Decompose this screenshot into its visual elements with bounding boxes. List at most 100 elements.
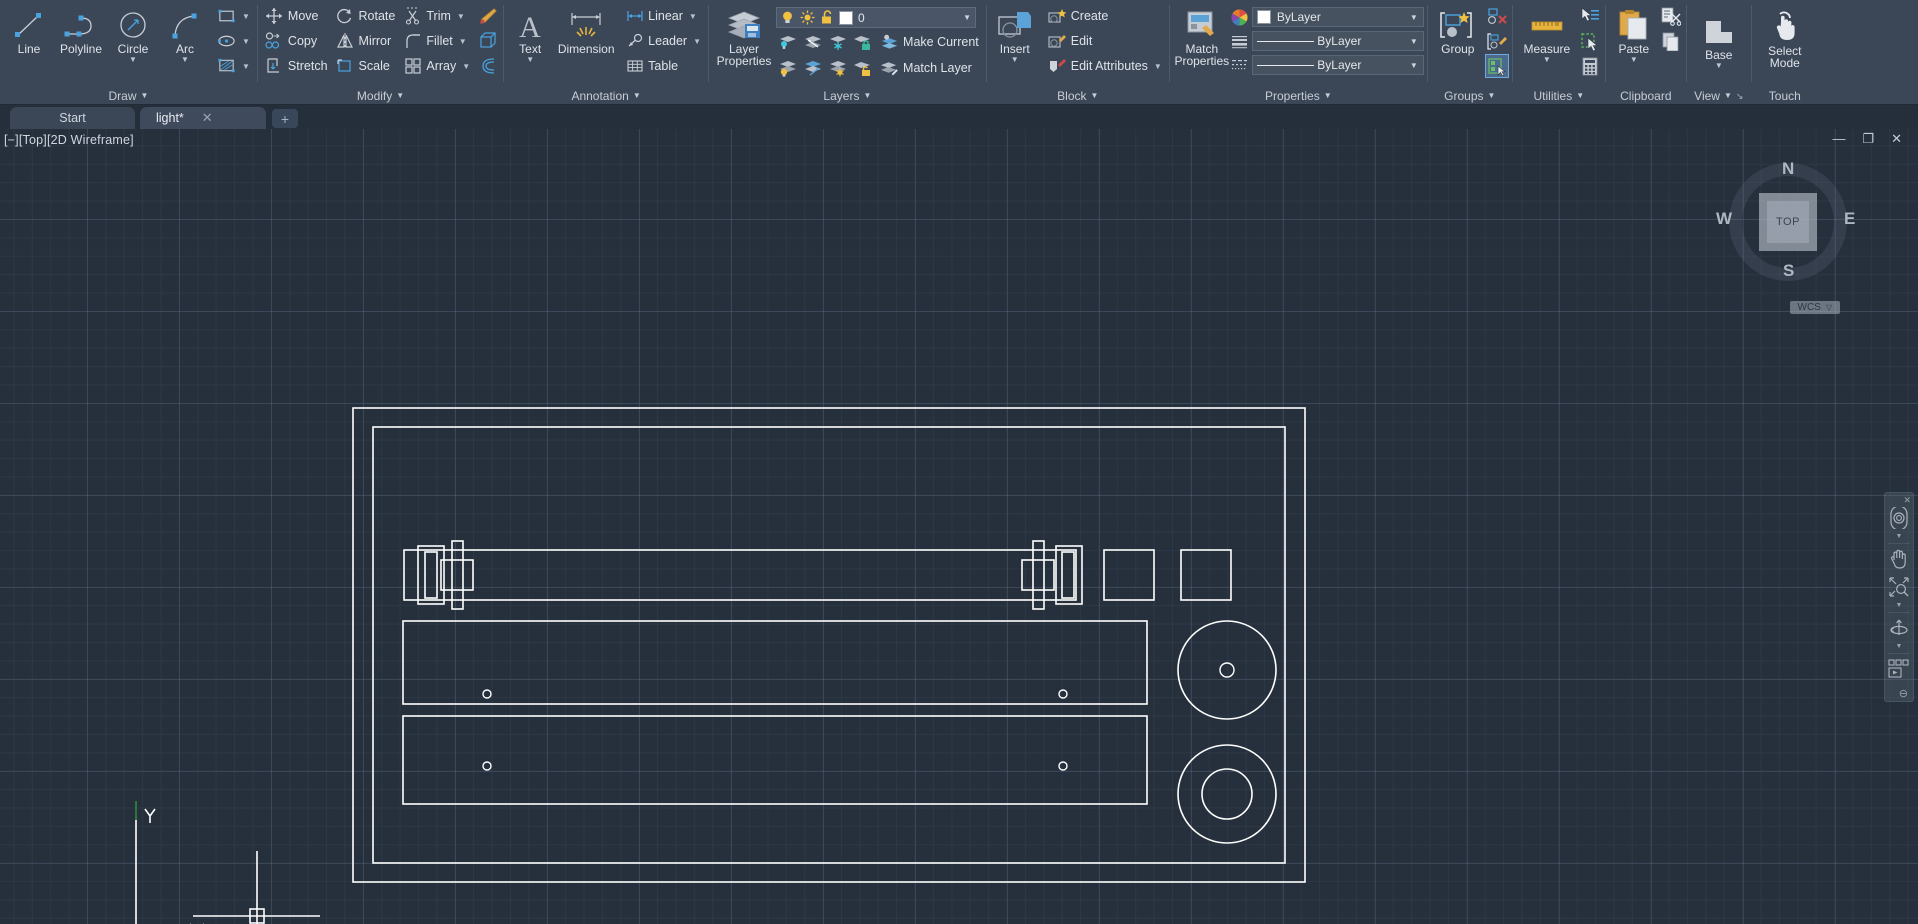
bolt-hole-4[interactable] [1059, 762, 1067, 770]
utilities-quick-select-button[interactable] [1578, 4, 1602, 28]
utilities-measure-button[interactable]: Measure ▼ [1516, 4, 1578, 63]
modify-trim-button[interactable]: Trim ▼ [399, 4, 474, 28]
panel-utilities-title[interactable]: Utilities ▼ [1513, 87, 1605, 105]
modify-move-button[interactable]: Move [261, 4, 332, 28]
right-pin-vert[interactable] [1033, 541, 1044, 609]
layer-freeze-icon[interactable] [826, 30, 850, 54]
layer-turn-off-icon[interactable] [776, 56, 800, 80]
chevron-down-icon[interactable]: ▼ [526, 56, 534, 63]
draw-arc-button[interactable]: Arc ▼ [159, 4, 211, 63]
chevron-down-icon[interactable]: ▼ [1543, 56, 1551, 63]
big-circle-bottom[interactable] [1178, 745, 1276, 843]
modify-fillet-button[interactable]: Fillet ▼ [399, 29, 474, 53]
chevron-down-icon[interactable]: ▼ [141, 88, 149, 104]
panel-clipboard-title[interactable]: Clipboard [1606, 87, 1686, 105]
groups-selection-toggle-button[interactable] [1485, 54, 1509, 78]
chevron-down-icon[interactable]: ▼ [457, 12, 465, 21]
drawing-canvas[interactable]: [−][Top][2D Wireframe] — ❐ ✕ TOP N S E W… [0, 129, 1918, 924]
dialog-launcher-icon[interactable]: ↘ [1736, 88, 1744, 104]
draw-ellipse-button[interactable]: ▼ [213, 29, 254, 53]
block-create-button[interactable]: Create [1044, 4, 1166, 28]
top-bar-long[interactable] [404, 550, 1076, 600]
modify-array-button[interactable]: Array ▼ [399, 54, 474, 78]
layer-properties-button[interactable]: Layer Properties [712, 4, 776, 67]
draw-circle-button[interactable]: Circle ▼ [107, 4, 159, 63]
left-pin-box[interactable] [441, 560, 473, 590]
clipboard-copy-button[interactable] [1659, 29, 1683, 53]
chevron-down-icon[interactable]: ▼ [1154, 62, 1162, 71]
layer-unisolate-icon[interactable] [801, 30, 825, 54]
small-circle-bottom[interactable] [1202, 769, 1252, 819]
panel-draw-title[interactable]: Draw ▼ [0, 87, 257, 105]
bolt-hole-3[interactable] [483, 762, 491, 770]
chevron-down-icon[interactable]: ▼ [1410, 61, 1418, 70]
touch-select-mode-button[interactable]: Select Mode [1755, 6, 1815, 69]
draw-line-button[interactable]: Line [3, 4, 55, 55]
chevron-down-icon[interactable]: ▼ [1576, 88, 1584, 104]
annotation-leader-button[interactable]: Leader ▼ [621, 29, 705, 53]
chevron-down-icon[interactable]: ▼ [1715, 62, 1723, 69]
utilities-calculator-button[interactable] [1578, 54, 1602, 78]
layer-unlock-icon[interactable] [851, 56, 875, 80]
block-edit-button[interactable]: Edit [1044, 29, 1166, 53]
groups-group-button[interactable]: Group [1431, 4, 1485, 55]
draw-rectangle-button[interactable]: ▼ [213, 4, 254, 28]
block-edit-attributes-button[interactable]: Edit Attributes ▼ [1044, 54, 1166, 78]
modify-offset-button[interactable] [476, 54, 500, 78]
clipboard-cut-button[interactable] [1659, 4, 1683, 28]
chevron-down-icon[interactable]: ▼ [242, 12, 250, 21]
panel-view-title[interactable]: View ▼ ↘ [1687, 87, 1751, 105]
panel-groups-title[interactable]: Groups ▼ [1428, 87, 1512, 105]
chevron-down-icon[interactable]: ▼ [1410, 13, 1418, 22]
layer-turn-on-icon[interactable] [801, 56, 825, 80]
modify-mirror-button[interactable]: Mirror [332, 29, 400, 53]
panel-layers-title[interactable]: Layers ▼ [709, 87, 986, 105]
left-bracket-inner[interactable] [425, 552, 437, 598]
chevron-down-icon[interactable]: ▼ [129, 56, 137, 63]
sun-icon[interactable] [800, 10, 815, 25]
lightbulb-on-icon[interactable] [780, 10, 795, 25]
groups-ungroup-button[interactable] [1485, 4, 1509, 28]
right-pin-box[interactable] [1022, 560, 1054, 590]
object-color-combo[interactable]: ByLayer ▼ [1252, 7, 1424, 27]
chevron-down-icon[interactable]: ▼ [689, 12, 697, 21]
small-circle-top[interactable] [1220, 663, 1234, 677]
modify-erase-button[interactable] [476, 4, 500, 28]
annotation-linear-button[interactable]: Linear ▼ [621, 4, 705, 28]
chevron-down-icon[interactable]: ▼ [1488, 88, 1496, 104]
right-bracket-inner[interactable] [1062, 552, 1074, 598]
annotation-table-button[interactable]: Table [621, 54, 705, 78]
chevron-down-icon[interactable]: ▼ [963, 13, 971, 22]
new-tab-button[interactable]: + [272, 109, 298, 128]
chevron-down-icon[interactable]: ▼ [863, 88, 871, 104]
tab-light[interactable]: light* ✕ [140, 107, 266, 129]
linetype-combo[interactable]: ByLayer ▼ [1252, 55, 1424, 75]
bolt-hole-2[interactable] [1059, 690, 1067, 698]
modify-stretch-button[interactable]: Stretch [261, 54, 332, 78]
chevron-down-icon[interactable]: ▼ [1724, 88, 1732, 104]
chevron-down-icon[interactable]: ▼ [459, 37, 467, 46]
close-icon[interactable]: ✕ [202, 110, 213, 126]
chevron-down-icon[interactable]: ▼ [1410, 37, 1418, 46]
lower-panel[interactable] [403, 716, 1147, 804]
view-base-button[interactable]: Base ▼ [1690, 10, 1748, 69]
panel-properties-title[interactable]: Properties ▼ [1170, 87, 1427, 105]
draw-hatch-button[interactable]: ▼ [213, 54, 254, 78]
modify-extrude-button[interactable] [476, 29, 500, 53]
layers-make-current-button[interactable]: Make Current [876, 30, 983, 54]
chevron-down-icon[interactable]: ▼ [633, 88, 641, 104]
modify-scale-button[interactable]: Scale [332, 54, 400, 78]
layer-color-swatch[interactable] [839, 11, 853, 25]
block-insert-button[interactable]: Insert ▼ [990, 4, 1040, 63]
chevron-down-icon[interactable]: ▼ [396, 88, 404, 104]
chevron-down-icon[interactable]: ▼ [1011, 56, 1019, 63]
lineweight-combo[interactable]: ByLayer ▼ [1252, 31, 1424, 51]
mid-panel[interactable] [403, 621, 1147, 704]
left-bracket-outer[interactable] [418, 546, 444, 604]
layer-selector-combo[interactable]: 0 ▼ [776, 7, 976, 28]
chevron-down-icon[interactable]: ▼ [242, 37, 250, 46]
object-color-swatch[interactable] [1257, 10, 1271, 24]
annotation-text-button[interactable]: A Text ▼ [507, 4, 553, 63]
groups-group-edit-button[interactable] [1485, 29, 1509, 53]
chevron-down-icon[interactable]: ▼ [181, 56, 189, 63]
